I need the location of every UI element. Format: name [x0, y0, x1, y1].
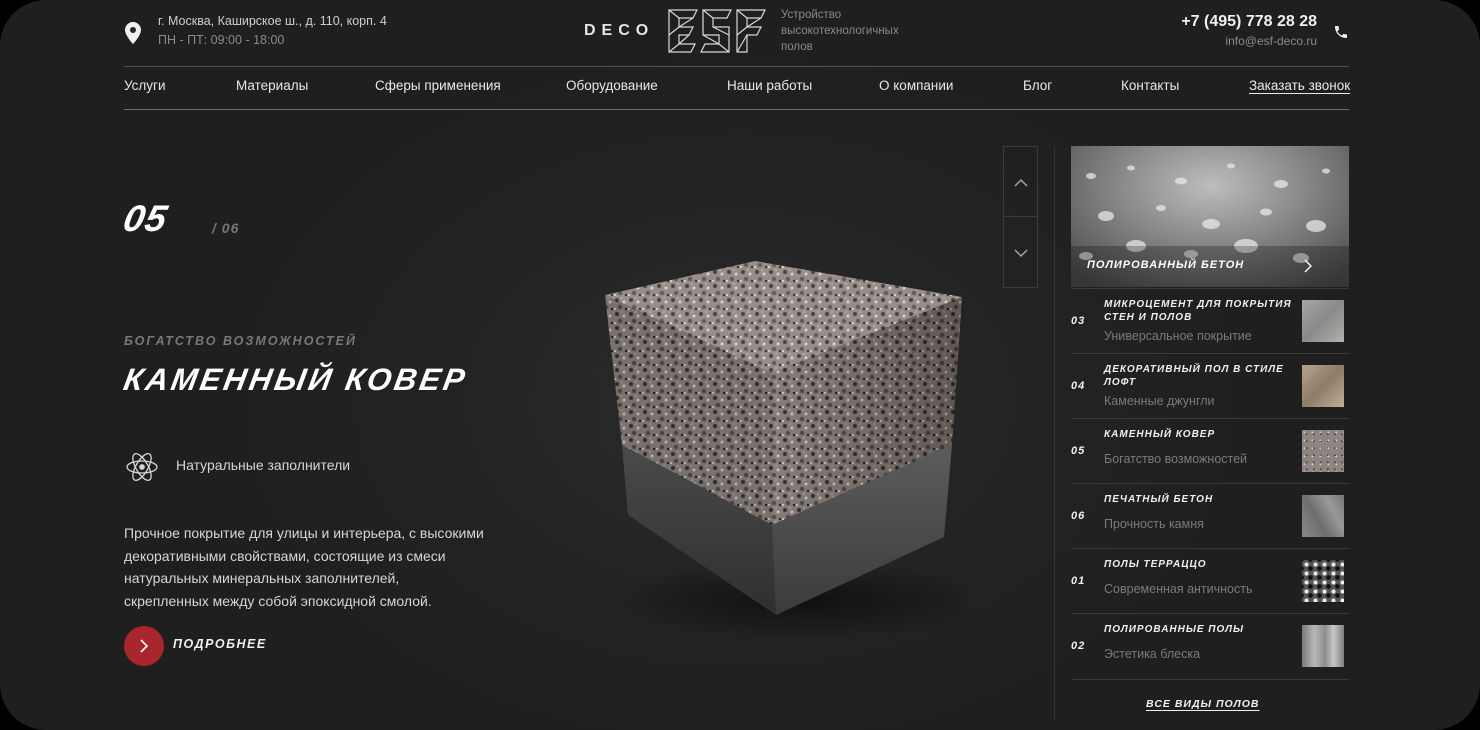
chevron-up-icon[interactable]	[1014, 175, 1028, 193]
slide-counter-total: / 06	[212, 220, 239, 236]
nav-item-applications[interactable]: Сферы применения	[375, 78, 501, 93]
chevron-right-icon[interactable]	[1303, 259, 1313, 278]
list-item-subtitle: Прочность камня	[1104, 517, 1204, 531]
list-item-subtitle: Каменные джунгли	[1104, 394, 1215, 408]
list-item-subtitle: Универсальное покрытие	[1104, 329, 1252, 343]
list-item-subtitle: Эстетика блеска	[1104, 647, 1201, 661]
list-item-number: 05	[1071, 445, 1086, 457]
phone-number[interactable]: +7 (495) 778 28 28	[1160, 13, 1317, 31]
list-item-loft-floor[interactable]: 04 Декоративный пол в стиле лофт Каменны…	[1071, 353, 1349, 418]
chevron-down-icon[interactable]	[1014, 245, 1028, 263]
arrow-divider	[1004, 216, 1037, 217]
list-item-polished-floors[interactable]: 02 Полированные полы Эстетика блеска	[1071, 613, 1349, 680]
list-item-title: Печатный бетон	[1104, 494, 1214, 505]
nav-item-about[interactable]: О компании	[879, 78, 953, 93]
list-item-microcement[interactable]: 03 Микроцемент для покрытия стен и полов…	[1071, 288, 1349, 353]
printed-concrete-thumbnail	[1302, 495, 1344, 537]
nav-item-works[interactable]: Наши работы	[727, 78, 812, 93]
polished-floors-thumbnail	[1302, 625, 1344, 667]
nav-item-materials[interactable]: Материалы	[236, 78, 308, 93]
nav-item-services[interactable]: Услуги	[124, 78, 166, 93]
feature-label: Натуральные заполнители	[176, 457, 351, 473]
order-call-link[interactable]: Заказать звонок	[1249, 78, 1350, 93]
header-divider	[124, 66, 1349, 67]
list-item-title: Полы терраццо	[1104, 559, 1207, 570]
working-hours: ПН - ПТ: 09:00 - 18:00	[158, 33, 285, 47]
stone-carpet-thumbnail	[1302, 430, 1344, 472]
featured-card-label: Полированный бетон	[1087, 259, 1245, 271]
nav-divider	[124, 109, 1349, 110]
more-link-label[interactable]: Подробнее	[173, 637, 267, 651]
more-button[interactable]	[124, 626, 164, 666]
list-item-printed-concrete[interactable]: 06 Печатный бетон Прочность камня	[1071, 483, 1349, 548]
slide-counter-current: 05	[119, 198, 172, 239]
list-item-number: 04	[1071, 380, 1086, 392]
list-item-stone-carpet[interactable]: 05 Каменный ковер Богатство возможностей	[1071, 418, 1349, 483]
atom-icon	[124, 449, 160, 490]
stone-cube-image	[600, 255, 990, 640]
list-item-title: Декоративный пол в стиле лофт	[1104, 364, 1284, 388]
phone-icon[interactable]	[1333, 24, 1349, 45]
email-link[interactable]: info@esf-deco.ru	[1160, 34, 1317, 48]
nav-item-contacts[interactable]: Контакты	[1121, 78, 1179, 93]
page-frame: г. Москва, Каширское ш., д. 110, корп. 4…	[0, 0, 1480, 730]
terrazzo-thumbnail	[1302, 560, 1344, 602]
hero-description: Прочное покрытие для улицы и интерьера, …	[124, 525, 484, 609]
hero-subtitle: Богатство возможностей	[124, 334, 357, 348]
chevron-right-icon	[140, 639, 149, 653]
all-floors-link[interactable]: Все виды полов	[1146, 698, 1260, 710]
slide-counter-separator: /	[212, 220, 217, 236]
list-item-number: 02	[1071, 640, 1086, 652]
list-item-title: Каменный ковер	[1104, 429, 1216, 440]
list-item-title: Микроцемент для покрытия стен и полов	[1104, 299, 1292, 323]
location-pin-icon	[124, 22, 142, 49]
list-item-subtitle: Современная античность	[1104, 582, 1253, 596]
esf-logo-mark[interactable]	[667, 8, 767, 59]
slide-counter-total-value: 06	[221, 220, 240, 236]
list-item-number: 06	[1071, 510, 1086, 522]
list-item-subtitle: Богатство возможностей	[1104, 452, 1248, 466]
microcement-thumbnail	[1302, 300, 1344, 342]
address-text: г. Москва, Каширское ш., д. 110, корп. 4	[158, 14, 387, 28]
list-item-terrazzo[interactable]: 01 Полы терраццо Современная античность	[1071, 548, 1349, 613]
hero-title: Каменный ковер	[121, 362, 471, 397]
nav-item-blog[interactable]: Блог	[1023, 78, 1052, 93]
sidebar-divider	[1054, 146, 1055, 720]
logo-description: Устройство высокотехнологичных полов	[781, 9, 899, 53]
list-item-number: 01	[1071, 575, 1086, 587]
list-item-title: Полированные полы	[1104, 624, 1245, 635]
logo-deco-text[interactable]: DECO	[584, 22, 654, 40]
nav-item-equipment[interactable]: Оборудование	[566, 78, 658, 93]
slider-arrows	[1003, 146, 1038, 288]
loft-floor-thumbnail	[1302, 365, 1344, 407]
list-item-number: 03	[1071, 315, 1086, 327]
